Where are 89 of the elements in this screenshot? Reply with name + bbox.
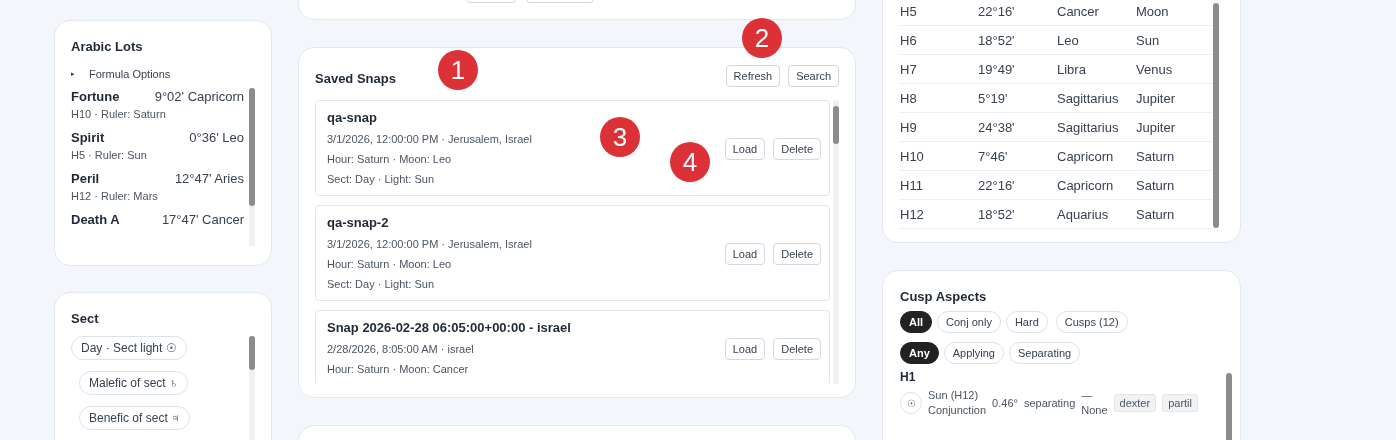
card-title: Cusp Aspects xyxy=(900,289,988,304)
disclosure-label: Formula Options xyxy=(89,68,171,80)
filter-chip[interactable]: Conj only xyxy=(937,311,1001,333)
snap-button[interactable]: Delete xyxy=(773,338,821,360)
lot-position: 0°36' Leo xyxy=(189,129,244,147)
snap-detail: Sect: Day · Light: Sun xyxy=(327,172,435,187)
lot-name: Fortune xyxy=(71,88,120,106)
table-cell-text: H6 xyxy=(900,32,918,48)
lot-name: Spirit xyxy=(71,129,105,147)
lot-detail: H10 · Ruler: Saturn xyxy=(71,107,167,122)
filter-chip[interactable]: Cusps (12) xyxy=(1055,311,1128,333)
toolbar-button[interactable]: Search xyxy=(788,65,839,87)
table-cell-text: 19°49' xyxy=(978,61,1016,77)
table-cell-text: Libra xyxy=(1057,61,1087,77)
lot-position: 12°47' Aries xyxy=(174,170,244,188)
sect-chip: Malefic of sect ♄ xyxy=(79,371,189,395)
snap-detail: 3/1/2026, 12:00:00 PM · Jerusalem, Israel xyxy=(327,132,532,147)
table-cell-text: H7 xyxy=(900,61,918,77)
house-heading: H1 xyxy=(900,370,917,384)
table-cell-text: 5°19' xyxy=(978,90,1009,106)
table-cell-text: Capricorn xyxy=(1057,177,1115,193)
table-cell-text: 22°16' xyxy=(978,3,1016,19)
card-title: Saved Snaps xyxy=(315,70,396,86)
snap-button[interactable]: Delete xyxy=(773,138,821,160)
snap-detail: Hour: Saturn · Moon: Leo xyxy=(327,152,453,167)
aspect-body: Sun (H12) xyxy=(928,388,980,403)
table-cell-text: Sagittarius xyxy=(1057,90,1120,106)
lot-name: Death A xyxy=(71,211,120,229)
table-cell-text: Venus xyxy=(1136,61,1174,77)
toolbar-button[interactable]: Refresh xyxy=(725,65,781,87)
lot-position: 9°02' Capricorn xyxy=(154,88,244,106)
snap-name: qa-snap-2 xyxy=(327,214,390,232)
table-cell-text: H5 xyxy=(900,3,918,19)
filter-chip[interactable]: All xyxy=(900,311,933,333)
lot-position: 17°47' Cancer xyxy=(161,211,244,229)
aspect-tag: partil xyxy=(1162,394,1198,412)
table-cell-text: Sun xyxy=(1136,32,1161,48)
table-cell-text: 24°38' xyxy=(978,119,1016,135)
table-cell-text: H8 xyxy=(900,90,918,106)
table-cell-text: Saturn xyxy=(1136,148,1176,164)
snap-detail: 3/1/2026, 12:00:00 PM · Jerusalem, Israel xyxy=(327,237,532,252)
snap-button[interactable]: Load xyxy=(724,338,766,360)
aspect-orb: 0.46° xyxy=(992,397,1018,409)
sect-chip: Benefic of sect ♃ xyxy=(79,406,191,430)
scrollbar[interactable] xyxy=(249,88,255,246)
table-cell-text: 18°52' xyxy=(978,206,1016,222)
table-cell-text: H11 xyxy=(900,177,924,193)
table-cell-text: Aquarius xyxy=(1057,206,1110,222)
aspect-type: Conjunction xyxy=(928,403,987,418)
table-cell-text: Jupiter xyxy=(1136,119,1177,135)
sect-chip: Day · Sect light ☉ xyxy=(71,336,187,360)
card-title: Sect xyxy=(71,311,100,326)
table-cell-text: H12 xyxy=(900,206,925,222)
filter-chip[interactable]: Any xyxy=(900,342,939,364)
aspect-reception: None xyxy=(1081,403,1108,418)
lot-detail: H12 · Ruler: Mars xyxy=(71,189,159,204)
scrollbar[interactable] xyxy=(833,100,839,384)
aspect-tag: dexter xyxy=(1113,394,1157,412)
snap-name: qa-snap xyxy=(327,109,378,127)
table-cell-text: Saturn xyxy=(1136,206,1176,222)
table-cell-text: H9 xyxy=(900,119,918,135)
filter-chip[interactable]: Hard xyxy=(1005,311,1048,333)
lot-name: Peril xyxy=(71,170,100,188)
table-cell-text: Leo xyxy=(1057,32,1080,48)
snap-detail: Sect: Day · Light: Sun xyxy=(327,277,435,292)
snap-button[interactable]: Load xyxy=(724,243,766,265)
aspect-reception: — xyxy=(1081,388,1094,403)
table-cell-text: 7°46' xyxy=(978,148,1009,164)
aspect-motion: separating xyxy=(1023,397,1076,409)
table-cell-text: Capricorn xyxy=(1057,148,1115,164)
scrollbar[interactable] xyxy=(249,336,255,440)
table-cell-text: 18°52' xyxy=(978,32,1016,48)
snap-detail: Hour: Saturn · Moon: Cancer xyxy=(327,362,470,377)
table-cell-text: 22°16' xyxy=(978,177,1016,193)
snap-name: Snap 2026-02-28 06:05:00+00:00 - israel xyxy=(327,319,571,337)
snap-button[interactable]: Delete xyxy=(773,243,821,265)
filter-chip[interactable]: Applying xyxy=(943,342,1004,364)
table-cell-text: Cancer xyxy=(1057,3,1100,19)
filter-chip[interactable]: Separating xyxy=(1009,342,1081,364)
snap-detail: Hour: Saturn · Moon: Leo xyxy=(327,257,453,272)
table-cell-text: Jupiter xyxy=(1136,90,1177,106)
lot-detail: H5 · Ruler: Sun xyxy=(71,148,148,163)
table-cell-text: Sagittarius xyxy=(1057,119,1120,135)
table-cell-text: Saturn xyxy=(1136,177,1176,193)
table-cell-text: H10 xyxy=(900,148,925,164)
snap-button[interactable]: Load xyxy=(724,138,766,160)
snap-detail: 2/28/2026, 8:05:00 AM · israel xyxy=(327,342,475,357)
card-title: Arabic Lots xyxy=(71,39,144,54)
table-cell-text: Moon xyxy=(1136,3,1170,19)
